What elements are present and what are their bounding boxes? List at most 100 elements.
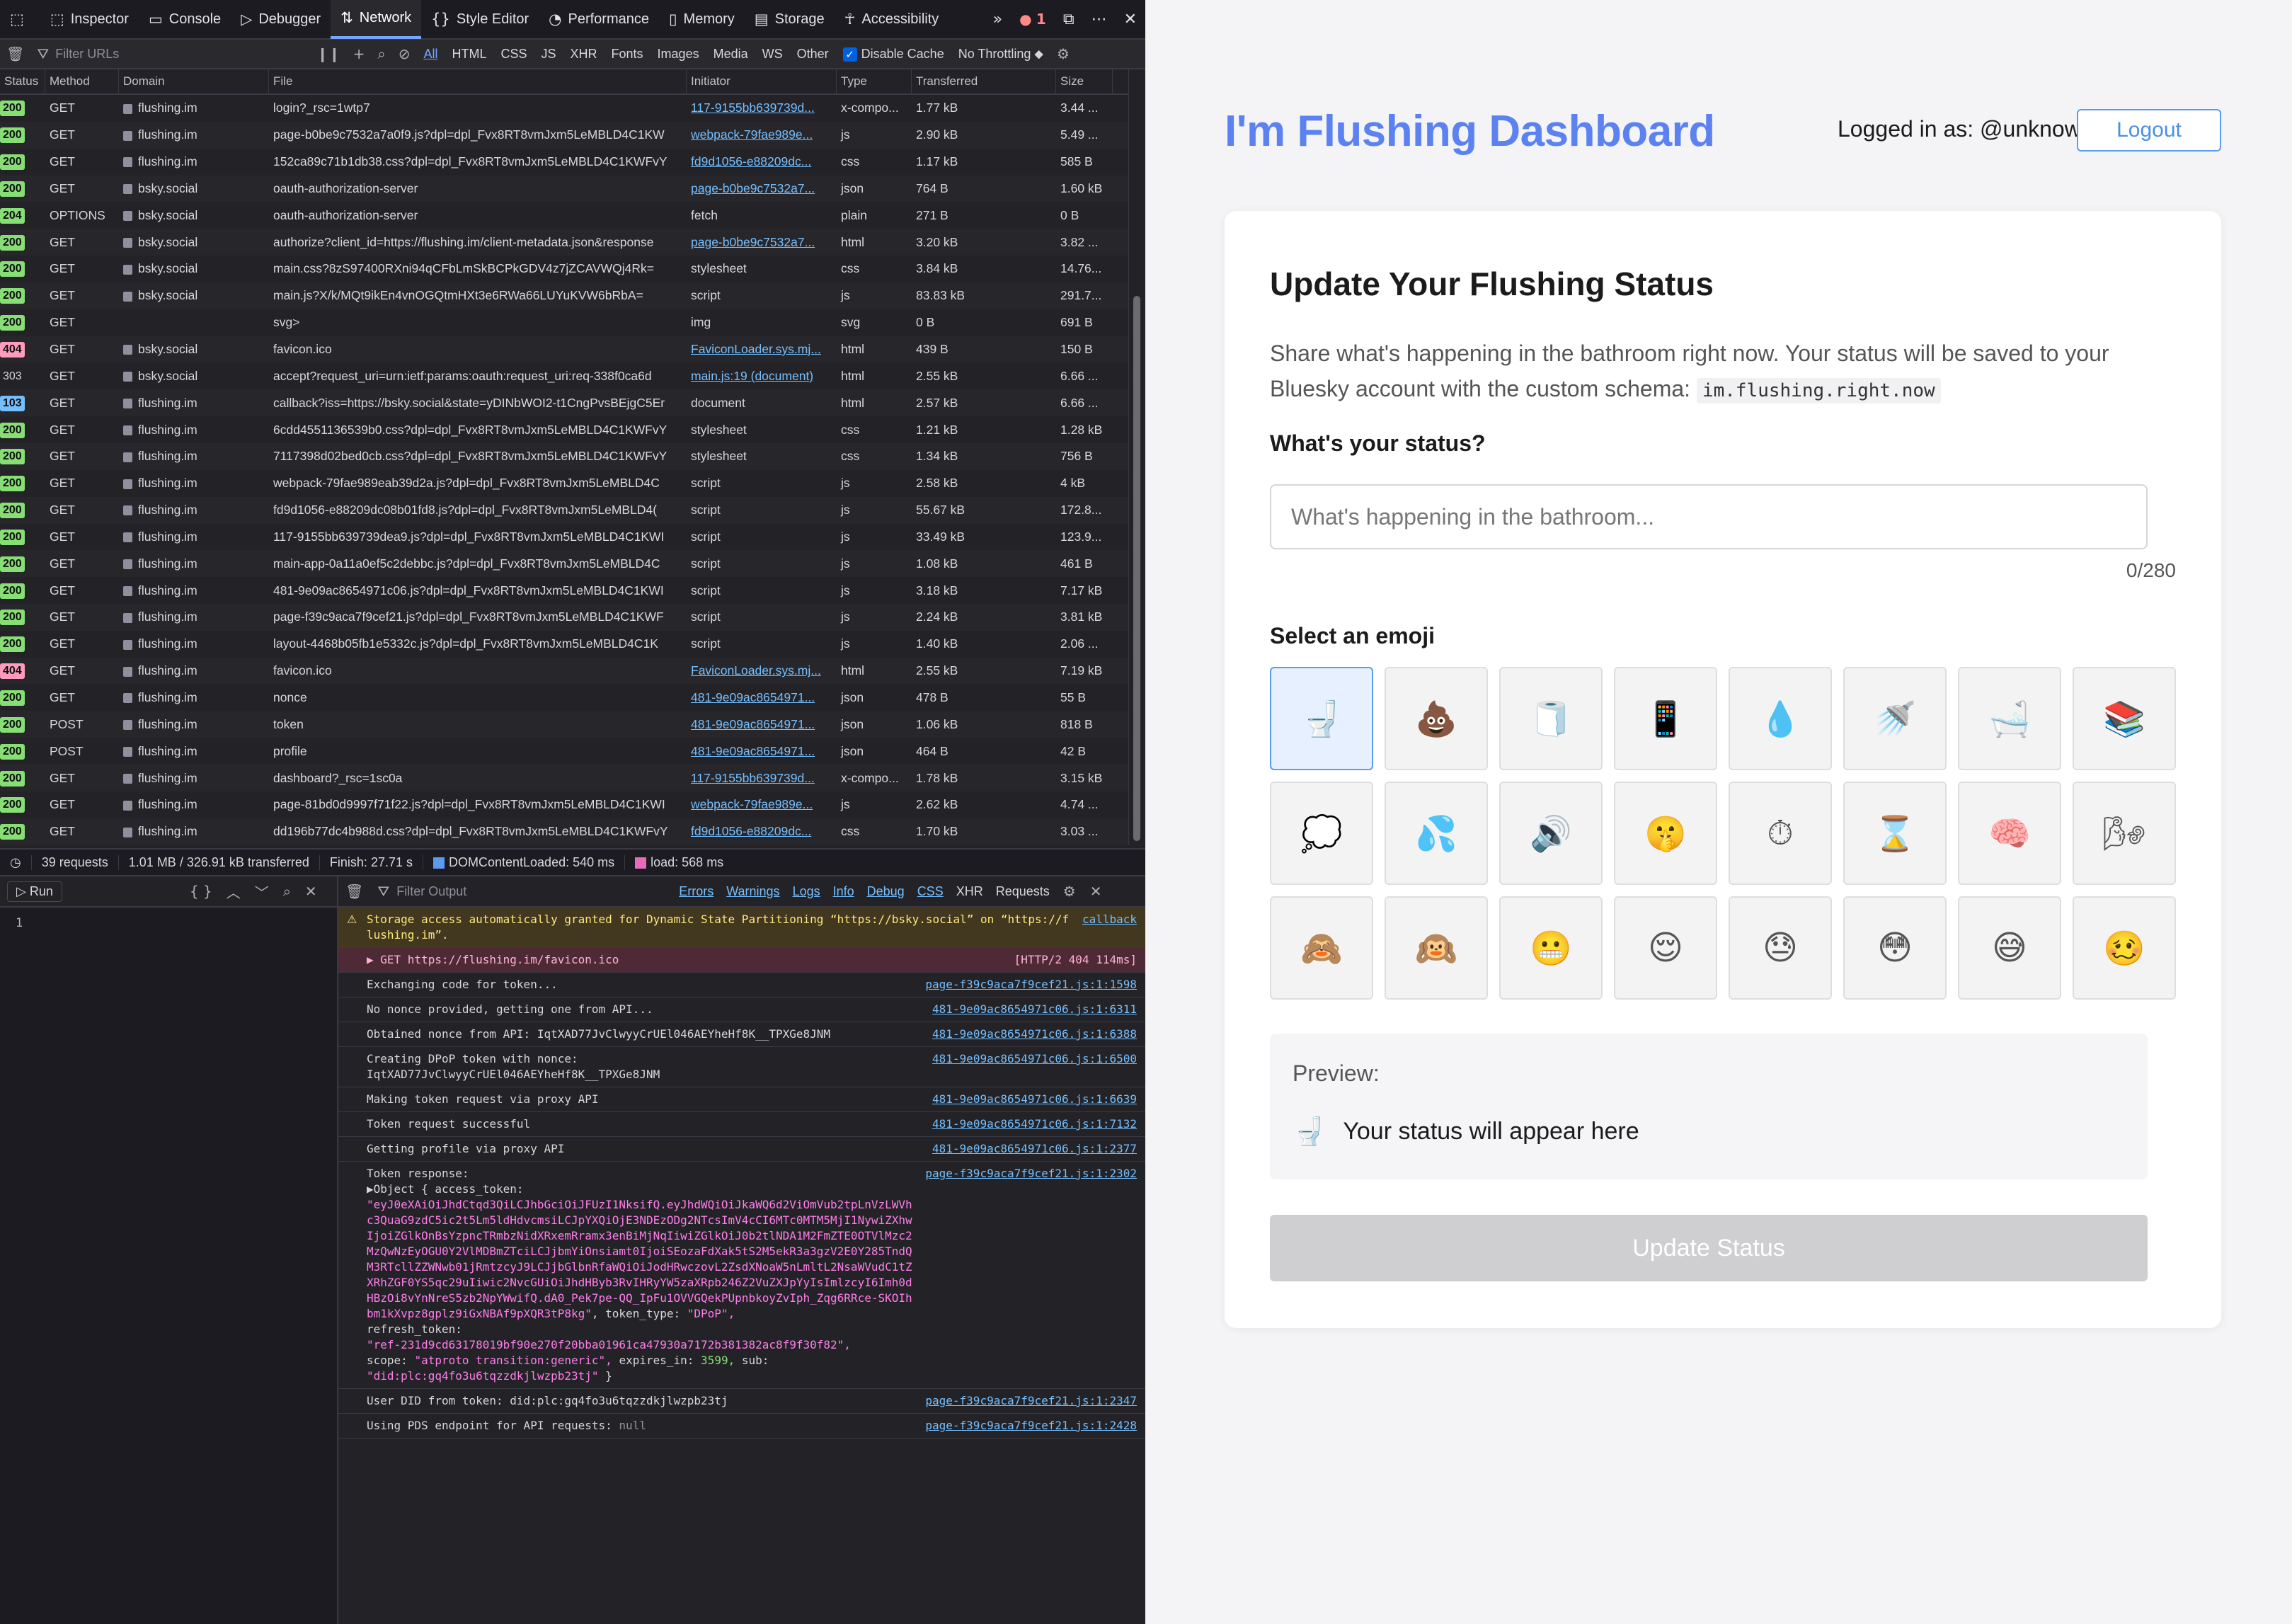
initiator-text[interactable]: script bbox=[691, 503, 721, 517]
search-icon[interactable]: ⌕ bbox=[371, 45, 391, 62]
message-source-link[interactable]: 481-9e09ac8654971c06.js:1:7132 bbox=[924, 1116, 1137, 1132]
col-status[interactable]: Status bbox=[0, 69, 45, 94]
emoji-option-books[interactable]: 📚 bbox=[2073, 667, 2176, 770]
request-row[interactable]: 200 GET svg> img svg 0 B 691 B bbox=[0, 309, 1128, 336]
request-row[interactable]: 303 GET bsky.social accept?request_uri=urn:… bbox=[0, 362, 1128, 389]
request-row[interactable]: 404 GET bsky.social favicon.ico FaviconLoade… bbox=[0, 336, 1128, 363]
message-source-link[interactable]: 481-9e09ac8654971c06.js:1:6388 bbox=[924, 1027, 1137, 1042]
emoji-option-downcast-sweat[interactable]: 😓 bbox=[1729, 896, 1832, 1000]
initiator-text[interactable]: stylesheet bbox=[691, 423, 747, 437]
emoji-option-woozy-face[interactable]: 🥴 bbox=[2073, 896, 2176, 1000]
request-row[interactable]: 204 OPTIONS bsky.social oauth-authorization… bbox=[0, 202, 1128, 229]
request-row[interactable]: 200 GET bsky.social main.js?X/k/MQt9ikEn4vn… bbox=[0, 282, 1128, 309]
request-row[interactable]: 200 GET bsky.social authorize?client_id=htt… bbox=[0, 229, 1128, 256]
emoji-option-sweat-drops[interactable]: 💦 bbox=[1385, 782, 1488, 885]
initiator-text[interactable]: stylesheet bbox=[691, 261, 747, 275]
emoji-option-shushing-face[interactable]: 🤫 bbox=[1614, 782, 1717, 885]
initiator-text[interactable]: script bbox=[691, 610, 721, 624]
filter-debug[interactable]: Debug bbox=[861, 884, 911, 899]
emoji-option-flushed-face[interactable]: 😳 bbox=[1843, 896, 1947, 1000]
tab-storage[interactable]: ▤ Storage bbox=[745, 0, 835, 39]
block-icon[interactable]: ⊘ bbox=[392, 45, 417, 62]
message-source-link[interactable]: page-f39c9aca7f9cef21.js:1:2302 bbox=[917, 1166, 1137, 1384]
scrollbar-thumb[interactable] bbox=[1133, 296, 1140, 841]
initiator-text[interactable]: page-b0be9c7532a7... bbox=[691, 181, 815, 195]
col-size[interactable]: Size bbox=[1056, 69, 1113, 94]
run-button[interactable]: ▷ Run bbox=[7, 881, 62, 902]
tab-memory[interactable]: ▯ Memory bbox=[659, 0, 745, 39]
emoji-option-hourglass[interactable]: ⌛ bbox=[1843, 782, 1947, 885]
initiator-text[interactable]: FaviconLoader.sys.mj... bbox=[691, 342, 821, 356]
clear-console-icon[interactable]: 🗑 bbox=[338, 883, 370, 900]
filter-fonts[interactable]: Fonts bbox=[604, 47, 651, 62]
request-row[interactable]: 200 GET bsky.social main.css?8zS97400RXni94… bbox=[0, 256, 1128, 282]
filter-logs[interactable]: Logs bbox=[786, 884, 827, 899]
add-icon[interactable]: + bbox=[347, 45, 372, 62]
tab-style-editor[interactable]: {} Style Editor bbox=[421, 0, 539, 39]
initiator-text[interactable]: page-b0be9c7532a7... bbox=[691, 235, 815, 249]
request-row[interactable]: 200 GET flushing.im page-81bd0d9997f71f22.j… bbox=[0, 791, 1128, 818]
request-row[interactable]: 200 POST flushing.im token 481-9e09ac8654971… bbox=[0, 711, 1128, 738]
col-file[interactable]: File bbox=[269, 69, 687, 94]
emoji-option-grinning-sweat[interactable]: 😅 bbox=[1958, 896, 2061, 1000]
request-row[interactable]: 200 GET flushing.im 7117398d02bed0cb.css?dp… bbox=[0, 442, 1128, 470]
tab-accessibility[interactable]: ☥ Accessibility bbox=[835, 0, 949, 39]
initiator-text[interactable]: stylesheet bbox=[691, 449, 747, 463]
initiator-text[interactable]: script bbox=[691, 288, 721, 302]
filter-media[interactable]: Media bbox=[706, 47, 755, 62]
filter-all[interactable]: All bbox=[416, 47, 445, 62]
message-source-link[interactable]: page-f39c9aca7f9cef21.js:1:2347 bbox=[917, 1393, 1137, 1409]
filter-requests[interactable]: Requests bbox=[990, 884, 1056, 899]
initiator-text[interactable]: 481-9e09ac8654971... bbox=[691, 717, 815, 731]
console-settings-icon[interactable]: ⚙ bbox=[1056, 883, 1083, 900]
message-source-link[interactable]: callback bbox=[1074, 912, 1137, 943]
initiator-text[interactable]: main.js:19 (document) bbox=[691, 369, 813, 383]
col-initiator[interactable]: Initiator bbox=[687, 69, 837, 94]
emoji-option-brain[interactable]: 🧠 bbox=[1958, 782, 2061, 885]
request-row[interactable]: 200 GET bsky.social oauth-authorization-ser… bbox=[0, 175, 1128, 202]
filter-ws[interactable]: WS bbox=[755, 47, 790, 62]
emoji-option-stopwatch[interactable]: ⏱ bbox=[1729, 782, 1832, 885]
tab-console[interactable]: ▭ Console bbox=[139, 0, 231, 39]
initiator-text[interactable]: script bbox=[691, 583, 721, 597]
message-source-link[interactable]: 481-9e09ac8654971c06.js:1:2377 bbox=[924, 1141, 1137, 1157]
disable-cache-checkbox[interactable]: ✓ Disable Cache bbox=[836, 47, 951, 62]
col-type[interactable]: Type bbox=[837, 69, 912, 94]
close-console-icon[interactable]: ✕ bbox=[1083, 883, 1109, 900]
pause-icon[interactable]: ❙❙ bbox=[310, 45, 347, 62]
request-row[interactable]: 200 GET flushing.im 152ca89c71b1db38.css?dp… bbox=[0, 149, 1128, 176]
menu-icon[interactable]: ⋯ bbox=[1083, 11, 1116, 28]
initiator-text[interactable]: 481-9e09ac8654971... bbox=[691, 690, 815, 704]
request-row[interactable]: 200 GET flushing.im fd9d1056-e88209dc08b01f… bbox=[0, 496, 1128, 524]
initiator-text[interactable]: fetch bbox=[691, 208, 718, 222]
message-source-link[interactable]: 481-9e09ac8654971c06.js:1:6311 bbox=[924, 1002, 1137, 1017]
logout-button[interactable]: Logout bbox=[2077, 109, 2221, 151]
trash-icon[interactable]: 🗑 bbox=[0, 45, 30, 62]
request-row[interactable]: 200 GET flushing.im nonce 481-9e09ac8654971.… bbox=[0, 685, 1128, 711]
request-row[interactable]: 404 GET flushing.im favicon.ico FaviconLoade… bbox=[0, 657, 1128, 685]
emoji-option-toilet-paper[interactable]: 🧻 bbox=[1499, 667, 1603, 770]
token-object-toggle[interactable]: ▶Object { access_token: bbox=[367, 1182, 524, 1196]
request-row[interactable]: 103 GET flushing.im callback?iss=https://bs… bbox=[0, 389, 1128, 417]
request-row[interactable]: 200 GET flushing.im layout-4468b05fb1e5332c… bbox=[0, 631, 1128, 658]
initiator-text[interactable]: script bbox=[691, 476, 721, 490]
initiator-text[interactable]: fd9d1056-e88209dc... bbox=[691, 824, 811, 838]
emoji-option-poop[interactable]: 💩 bbox=[1385, 667, 1488, 770]
settings-gear-icon[interactable]: ⚙ bbox=[1050, 45, 1076, 62]
status-input[interactable]: What's happening in the bathroom... bbox=[1270, 484, 2148, 549]
filter-info[interactable]: Info bbox=[827, 884, 861, 899]
filter-css[interactable]: CSS bbox=[493, 47, 534, 62]
filter-other[interactable]: Other bbox=[790, 47, 836, 62]
pick-element-icon[interactable]: ⬚ bbox=[0, 0, 40, 39]
initiator-text[interactable]: fd9d1056-e88209dc... bbox=[691, 154, 811, 168]
request-row[interactable]: 200 GET flushing.im 6cdd4551136539b0.css?dp… bbox=[0, 416, 1128, 443]
initiator-text[interactable]: FaviconLoader.sys.mj... bbox=[691, 663, 821, 677]
emoji-option-hear-no-evil[interactable]: 🙉 bbox=[1385, 896, 1488, 1000]
initiator-text[interactable]: 117-9155bb639739d... bbox=[691, 771, 815, 785]
request-row[interactable]: 200 GET flushing.im 481-9e09ac8654971c06.js… bbox=[0, 577, 1128, 604]
request-scrollbar[interactable] bbox=[1128, 69, 1145, 845]
initiator-text[interactable]: script bbox=[691, 636, 721, 651]
message-text[interactable]: ▶ GET https://flushing.im/favicon.ico bbox=[367, 952, 1006, 968]
message-source-link[interactable]: [HTTP/2 404 114ms] bbox=[1006, 952, 1137, 968]
request-row[interactable]: 200 GET flushing.im page-b0be9c7532a7a0f9.j… bbox=[0, 121, 1128, 149]
